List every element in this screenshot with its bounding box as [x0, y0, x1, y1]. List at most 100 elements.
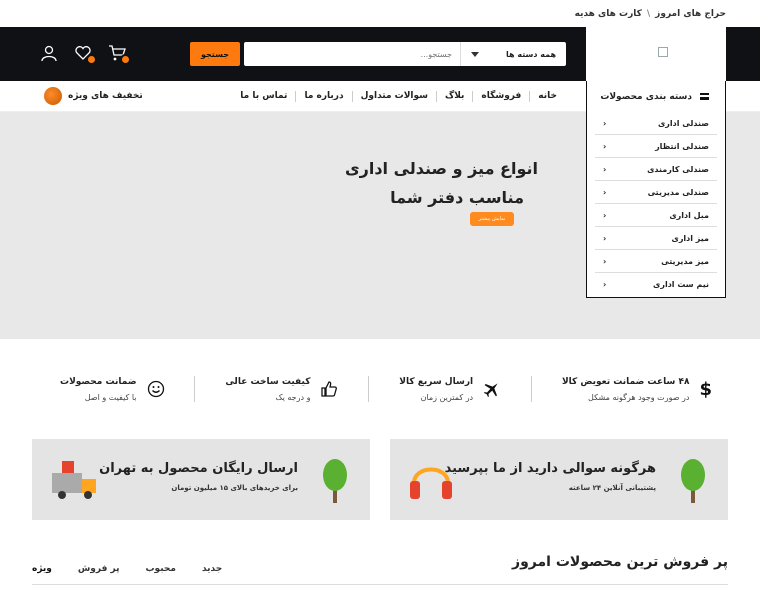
wishlist-button[interactable] — [72, 44, 97, 65]
hamburger-icon — [700, 93, 709, 100]
main-nav: دسته بندی محصولات خانه فروشگاه بلاگ سوال… — [0, 81, 760, 112]
feature-subtitle: در کمترین زمان — [420, 392, 474, 402]
category-item-label: صندلی کارمندی — [647, 164, 709, 174]
tab-new[interactable]: جدید — [202, 564, 222, 574]
categories-label: دسته بندی محصولات — [600, 91, 692, 102]
wishlist-count-badge — [86, 54, 97, 65]
nav-link-contact[interactable]: تماس با ما — [232, 91, 295, 102]
category-item-label: مبل اداری — [669, 210, 709, 220]
chevron-left-icon: ‹ — [603, 118, 607, 128]
category-item-label: میز مدیریتی — [661, 256, 709, 266]
caret-down-icon — [471, 51, 479, 57]
account-button[interactable] — [38, 44, 58, 64]
topbar: حراج های امروز \ کارت های هدیه — [0, 0, 760, 27]
hero-more-button[interactable]: نمایش بیشتر — [470, 212, 514, 226]
category-select[interactable]: همه دسته ها — [460, 42, 566, 66]
category-item-label: صندلی انتظار — [655, 141, 709, 151]
feature-title: ۴۸ ساعت ضمانت تعویض کالا — [561, 376, 690, 387]
hero-title: انواع میز و صندلی اداری مناسب دفتر شما — [338, 154, 538, 212]
logo-broken-image-icon — [658, 47, 668, 57]
bestsellers-section: پر فروش ترین محصولات امروز ویژه پر فروش … — [32, 552, 728, 585]
categories-menu-toggle[interactable]: دسته بندی محصولات — [586, 81, 726, 112]
dollar-icon: $ — [699, 378, 712, 400]
feature-divider — [194, 376, 196, 402]
thumbs-up-icon — [321, 381, 338, 397]
chevron-left-icon: ‹ — [603, 164, 607, 174]
banner-subtitle: پشتیبانی آنلاین ۲۴ ساعته — [568, 484, 656, 492]
tree-icon — [681, 459, 705, 503]
feature-subtitle: و درجه یک — [275, 392, 311, 402]
chevron-left-icon: ‹ — [603, 210, 607, 220]
nav-link-shop[interactable]: فروشگاه — [472, 91, 529, 102]
tab-best-selling[interactable]: پر فروش — [78, 564, 120, 574]
banner-title: هرگونه سوالی دارید از ما بپرسید — [444, 461, 656, 476]
feature-guarantee-48h: $ ۴۸ ساعت ضمانت تعویض کالا در صورت وجود … — [562, 377, 712, 402]
nav-link-home[interactable]: خانه — [529, 91, 565, 102]
nav-link-blog[interactable]: بلاگ — [435, 91, 472, 102]
banner-free-shipping[interactable]: ارسال رایگان محصول به تهران برای خریدهای… — [32, 439, 370, 520]
promo-banners: هرگونه سوالی دارید از ما بپرسید پشتیبانی… — [0, 439, 760, 520]
feature-divider — [531, 376, 533, 402]
feature-divider — [368, 376, 370, 402]
special-deals-link[interactable]: تخفیف های ویژه — [44, 87, 143, 105]
category-item-label: میز اداری — [671, 233, 709, 243]
bestsellers-tabs: ویژه پر فروش محبوب جدید — [32, 564, 222, 574]
bestsellers-title: پر فروش ترین محصولات امروز — [512, 554, 728, 570]
cart-button[interactable] — [106, 44, 131, 65]
category-item-label: صندلی اداری — [657, 118, 709, 128]
category-select-label: همه دسته ها — [506, 49, 556, 59]
feature-title: کیفیت ساخت عالی — [225, 376, 311, 387]
category-item-staff-chair[interactable]: صندلی کارمندی ‹ — [595, 158, 717, 181]
headphones-icon — [410, 467, 452, 499]
search-bar: همه دسته ها — [244, 42, 566, 66]
discount-badge-icon — [44, 87, 62, 105]
search-button[interactable]: جستجو — [190, 42, 240, 66]
topbar-link-deals[interactable]: حراج های امروز — [655, 9, 726, 19]
category-item-manager-desk[interactable]: میز مدیریتی ‹ — [595, 250, 717, 273]
logo-area[interactable] — [586, 27, 726, 81]
feature-product-warranty: ضمانت محصولات با کیفیت و اصل — [60, 377, 164, 402]
chevron-left-icon: ‹ — [603, 187, 607, 197]
topbar-link-gift-cards[interactable]: کارت های هدیه — [575, 9, 642, 19]
banner-title: ارسال رایگان محصول به تهران — [99, 461, 298, 476]
tree-icon — [323, 459, 347, 503]
chevron-left-icon: ‹ — [603, 233, 607, 243]
chevron-left-icon: ‹ — [603, 256, 607, 266]
search-input[interactable] — [244, 42, 460, 66]
feature-fast-shipping: ارسال سریع کالا در کمترین زمان — [399, 377, 501, 402]
special-deals-label: تخفیف های ویژه — [68, 91, 143, 101]
category-item-manager-chair[interactable]: صندلی مدیریتی ‹ — [595, 181, 717, 204]
nav-link-about[interactable]: درباره ما — [295, 91, 351, 102]
user-icon — [41, 45, 57, 62]
feature-subtitle: با کیفیت و اصل — [84, 392, 137, 402]
hero-title-line1: انواع میز و صندلی اداری — [344, 159, 538, 178]
chevron-left-icon: ‹ — [603, 141, 607, 151]
features-row: $ ۴۸ ساعت ضمانت تعویض کالا در صورت وجود … — [0, 339, 760, 439]
category-item-office-chair[interactable]: صندلی اداری ‹ — [595, 112, 717, 135]
airplane-icon — [483, 383, 498, 398]
header-icons — [38, 44, 131, 65]
category-item-office-sofa[interactable]: مبل اداری ‹ — [595, 204, 717, 227]
banner-support[interactable]: هرگونه سوالی دارید از ما بپرسید پشتیبانی… — [390, 439, 728, 520]
category-item-label: نیم ست اداری — [653, 280, 709, 289]
tab-popular[interactable]: محبوب — [146, 564, 176, 574]
feature-title: ارسال سریع کالا — [399, 376, 474, 387]
category-item-label: صندلی مدیریتی — [647, 187, 709, 197]
delivery-truck-icon — [52, 461, 96, 499]
cart-count-badge — [120, 54, 131, 65]
category-item-waiting-chair[interactable]: صندلی انتظار ‹ — [595, 135, 717, 158]
category-item-office-desk[interactable]: میز اداری ‹ — [595, 227, 717, 250]
hero-title-line2: مناسب دفتر شما — [390, 188, 524, 207]
header: همه دسته ها جستجو — [0, 27, 760, 81]
feature-quality: کیفیت ساخت عالی و درجه یک — [225, 377, 338, 402]
feature-title: ضمانت محصولات — [60, 376, 137, 387]
chevron-left-icon: ‹ — [603, 280, 607, 289]
smile-icon — [147, 380, 164, 398]
categories-dropdown: صندلی اداری ‹ صندلی انتظار ‹ صندلی کارمندی… — [586, 112, 726, 298]
nav-link-faq[interactable]: سوالات متداول — [351, 91, 436, 102]
tab-special[interactable]: ویژه — [32, 564, 52, 574]
banner-subtitle: برای خریدهای بالای ۱۵ میلیون تومان — [171, 484, 298, 492]
topbar-separator: \ — [646, 8, 651, 19]
nav-links: خانه فروشگاه بلاگ سوالات متداول درباره م… — [232, 81, 565, 112]
category-item-office-halfset[interactable]: نیم ست اداری ‹ — [595, 273, 717, 296]
